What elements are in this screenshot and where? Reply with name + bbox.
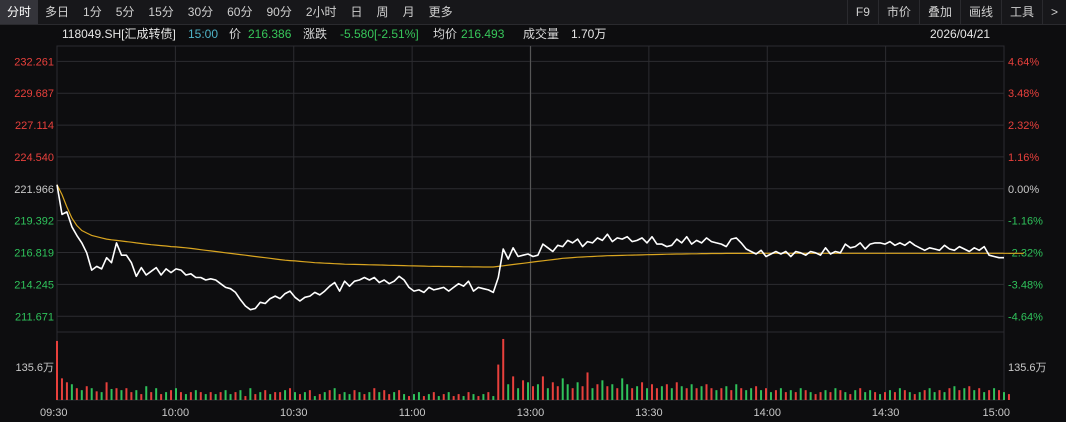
y-tick-right: 3.48% bbox=[1008, 88, 1039, 100]
period-tab-9[interactable]: 日 bbox=[344, 0, 370, 24]
avg-price-line bbox=[56, 184, 1024, 268]
intraday-chart[interactable]: 232.261 4.64% 229.687 3.48% 227.114 2.32% 224.… bbox=[0, 44, 1066, 422]
x-tick: 09:30 bbox=[40, 407, 68, 419]
volume-value: 1.70万 bbox=[571, 27, 607, 41]
x-tick: 13:00 bbox=[517, 407, 545, 419]
volume-label: 成交量 bbox=[523, 27, 560, 41]
tool-button-4[interactable]: 工具 bbox=[1000, 0, 1042, 24]
period-tab-8[interactable]: 2小时 bbox=[299, 0, 344, 24]
x-tick: 10:30 bbox=[280, 407, 308, 419]
avg-price-label: 均价 bbox=[433, 27, 458, 41]
y-tick-left: 224.540 bbox=[14, 152, 54, 164]
period-tab-3[interactable]: 5分 bbox=[109, 0, 142, 24]
x-tick: 10:00 bbox=[162, 407, 190, 419]
y-tick-left: 227.114 bbox=[15, 120, 54, 132]
period-tab-4[interactable]: 15分 bbox=[141, 0, 180, 24]
y-tick-left: 219.392 bbox=[14, 216, 54, 228]
tool-button-5[interactable]: > bbox=[1041, 0, 1066, 24]
y-tick-left: 232.261 bbox=[14, 56, 54, 68]
tool-button-2[interactable]: 叠加 bbox=[918, 0, 960, 24]
period-tabs: 分时 多日 1分 5分 15分 30分 60分 90分 2小时日周月更多 bbox=[0, 0, 460, 24]
x-tick: 15:00 bbox=[982, 407, 1010, 419]
period-tab-12[interactable]: 更多 bbox=[422, 0, 460, 24]
y-tick-right: -1.16% bbox=[1008, 216, 1043, 228]
y-tick-left: 216.819 bbox=[14, 248, 54, 260]
tool-button-3[interactable]: 画线 bbox=[959, 0, 1001, 24]
quote-info-bar: 118049.SH[汇成转债] 15:00 价 216.386 涨跌 -5.58… bbox=[0, 24, 1066, 44]
x-tick: 14:00 bbox=[753, 407, 781, 419]
period-tab-10[interactable]: 周 bbox=[370, 0, 396, 24]
volume-tick-left: 135.6万 bbox=[15, 362, 54, 374]
price-value: 216.386 bbox=[248, 27, 292, 41]
y-tick-left: 211.671 bbox=[15, 311, 54, 323]
avg-price-value: 216.493 bbox=[461, 27, 505, 41]
period-tab-1[interactable]: 多日 bbox=[38, 0, 76, 24]
period-tab-6[interactable]: 60分 bbox=[220, 0, 259, 24]
x-tick: 13:30 bbox=[635, 407, 663, 419]
period-tab-0[interactable]: 分时 bbox=[0, 0, 39, 24]
tool-button-1[interactable]: 市价 bbox=[877, 0, 919, 24]
x-tick: 14:30 bbox=[872, 407, 900, 419]
quote-date: 2026/04/21 bbox=[930, 27, 991, 41]
period-tab-5[interactable]: 30分 bbox=[181, 0, 220, 24]
y-tick-right: -4.64% bbox=[1008, 311, 1043, 323]
change-label: 涨跌 bbox=[303, 27, 328, 41]
quote-time: 15:00 bbox=[188, 27, 219, 41]
y-tick-left: 214.245 bbox=[14, 279, 54, 291]
tool-buttons: F9 市价 叠加 画线 工具 > bbox=[846, 0, 1066, 24]
change-value: -5.580[-2.51%] bbox=[340, 27, 419, 41]
volume-tick-right: 135.6万 bbox=[1008, 362, 1047, 374]
y-tick-left: 229.687 bbox=[14, 88, 54, 100]
y-tick-left: 221.966 bbox=[14, 184, 54, 196]
tool-button-0[interactable]: F9 bbox=[846, 0, 878, 24]
y-tick-right: 1.16% bbox=[1008, 152, 1039, 164]
period-tab-11[interactable]: 月 bbox=[396, 0, 422, 24]
period-toolbar: 分时 多日 1分 5分 15分 30分 60分 90分 2小时日周月更多 F9 市价 叠加 画线 工具 > bbox=[0, 0, 1066, 25]
price-label: 价 bbox=[229, 27, 242, 41]
period-tab-2[interactable]: 1分 bbox=[76, 0, 109, 24]
security-code: 118049.SH[汇成转债] bbox=[62, 27, 176, 41]
y-tick-right: 0.00% bbox=[1008, 184, 1039, 196]
y-tick-right: -3.48% bbox=[1008, 279, 1043, 291]
y-tick-right: 2.32% bbox=[1008, 120, 1039, 132]
x-tick: 11:00 bbox=[399, 407, 426, 419]
y-tick-right: 4.64% bbox=[1008, 56, 1039, 68]
period-tab-7[interactable]: 90分 bbox=[259, 0, 298, 24]
